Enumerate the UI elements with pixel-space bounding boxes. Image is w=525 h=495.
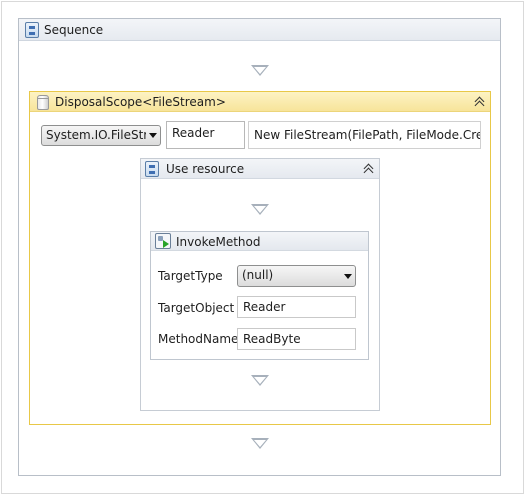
chevron-down-icon bbox=[149, 133, 157, 138]
method-name-value: ReadByte bbox=[243, 332, 301, 346]
resource-type-dropdown[interactable]: System.IO.FileStre bbox=[41, 125, 161, 146]
target-type-value: (null) bbox=[242, 268, 274, 282]
sequence-title: Sequence bbox=[44, 23, 104, 37]
target-object-value: Reader bbox=[243, 300, 286, 314]
collapse-icon[interactable] bbox=[474, 96, 486, 108]
resource-type-value: System.IO.FileStre bbox=[46, 128, 146, 142]
invoke-method-title: InvokeMethod bbox=[176, 235, 261, 249]
resource-expression-value: New FileStream(FilePath, FileMode.Create… bbox=[254, 128, 481, 142]
target-type-label: TargetType bbox=[158, 269, 223, 283]
target-type-dropdown[interactable]: (null) bbox=[237, 265, 356, 287]
disposal-scope-title: DisposalScope<FileStream> bbox=[55, 95, 226, 109]
invoke-method-icon bbox=[155, 233, 171, 249]
chevron-down-icon bbox=[344, 274, 352, 279]
drop-target-arrow-icon[interactable] bbox=[251, 438, 269, 450]
variable-name-field[interactable]: Reader bbox=[166, 121, 245, 149]
drop-target-arrow-icon[interactable] bbox=[251, 204, 269, 216]
target-object-label: TargetObject bbox=[158, 301, 235, 315]
variable-name-value: Reader bbox=[172, 126, 215, 140]
target-object-field[interactable]: Reader bbox=[237, 296, 356, 318]
drop-target-arrow-icon[interactable] bbox=[251, 65, 269, 77]
use-resource-title: Use resource bbox=[166, 162, 245, 176]
drop-target-arrow-icon[interactable] bbox=[251, 375, 269, 387]
collapse-icon[interactable] bbox=[363, 163, 375, 175]
sequence-icon bbox=[145, 161, 159, 177]
sequence-icon bbox=[25, 22, 39, 38]
method-name-field[interactable]: ReadByte bbox=[237, 328, 356, 350]
resource-expression-field[interactable]: New FileStream(FilePath, FileMode.Create… bbox=[248, 121, 481, 149]
method-name-label: MethodName bbox=[158, 332, 239, 346]
disposal-scope-icon bbox=[37, 95, 49, 110]
